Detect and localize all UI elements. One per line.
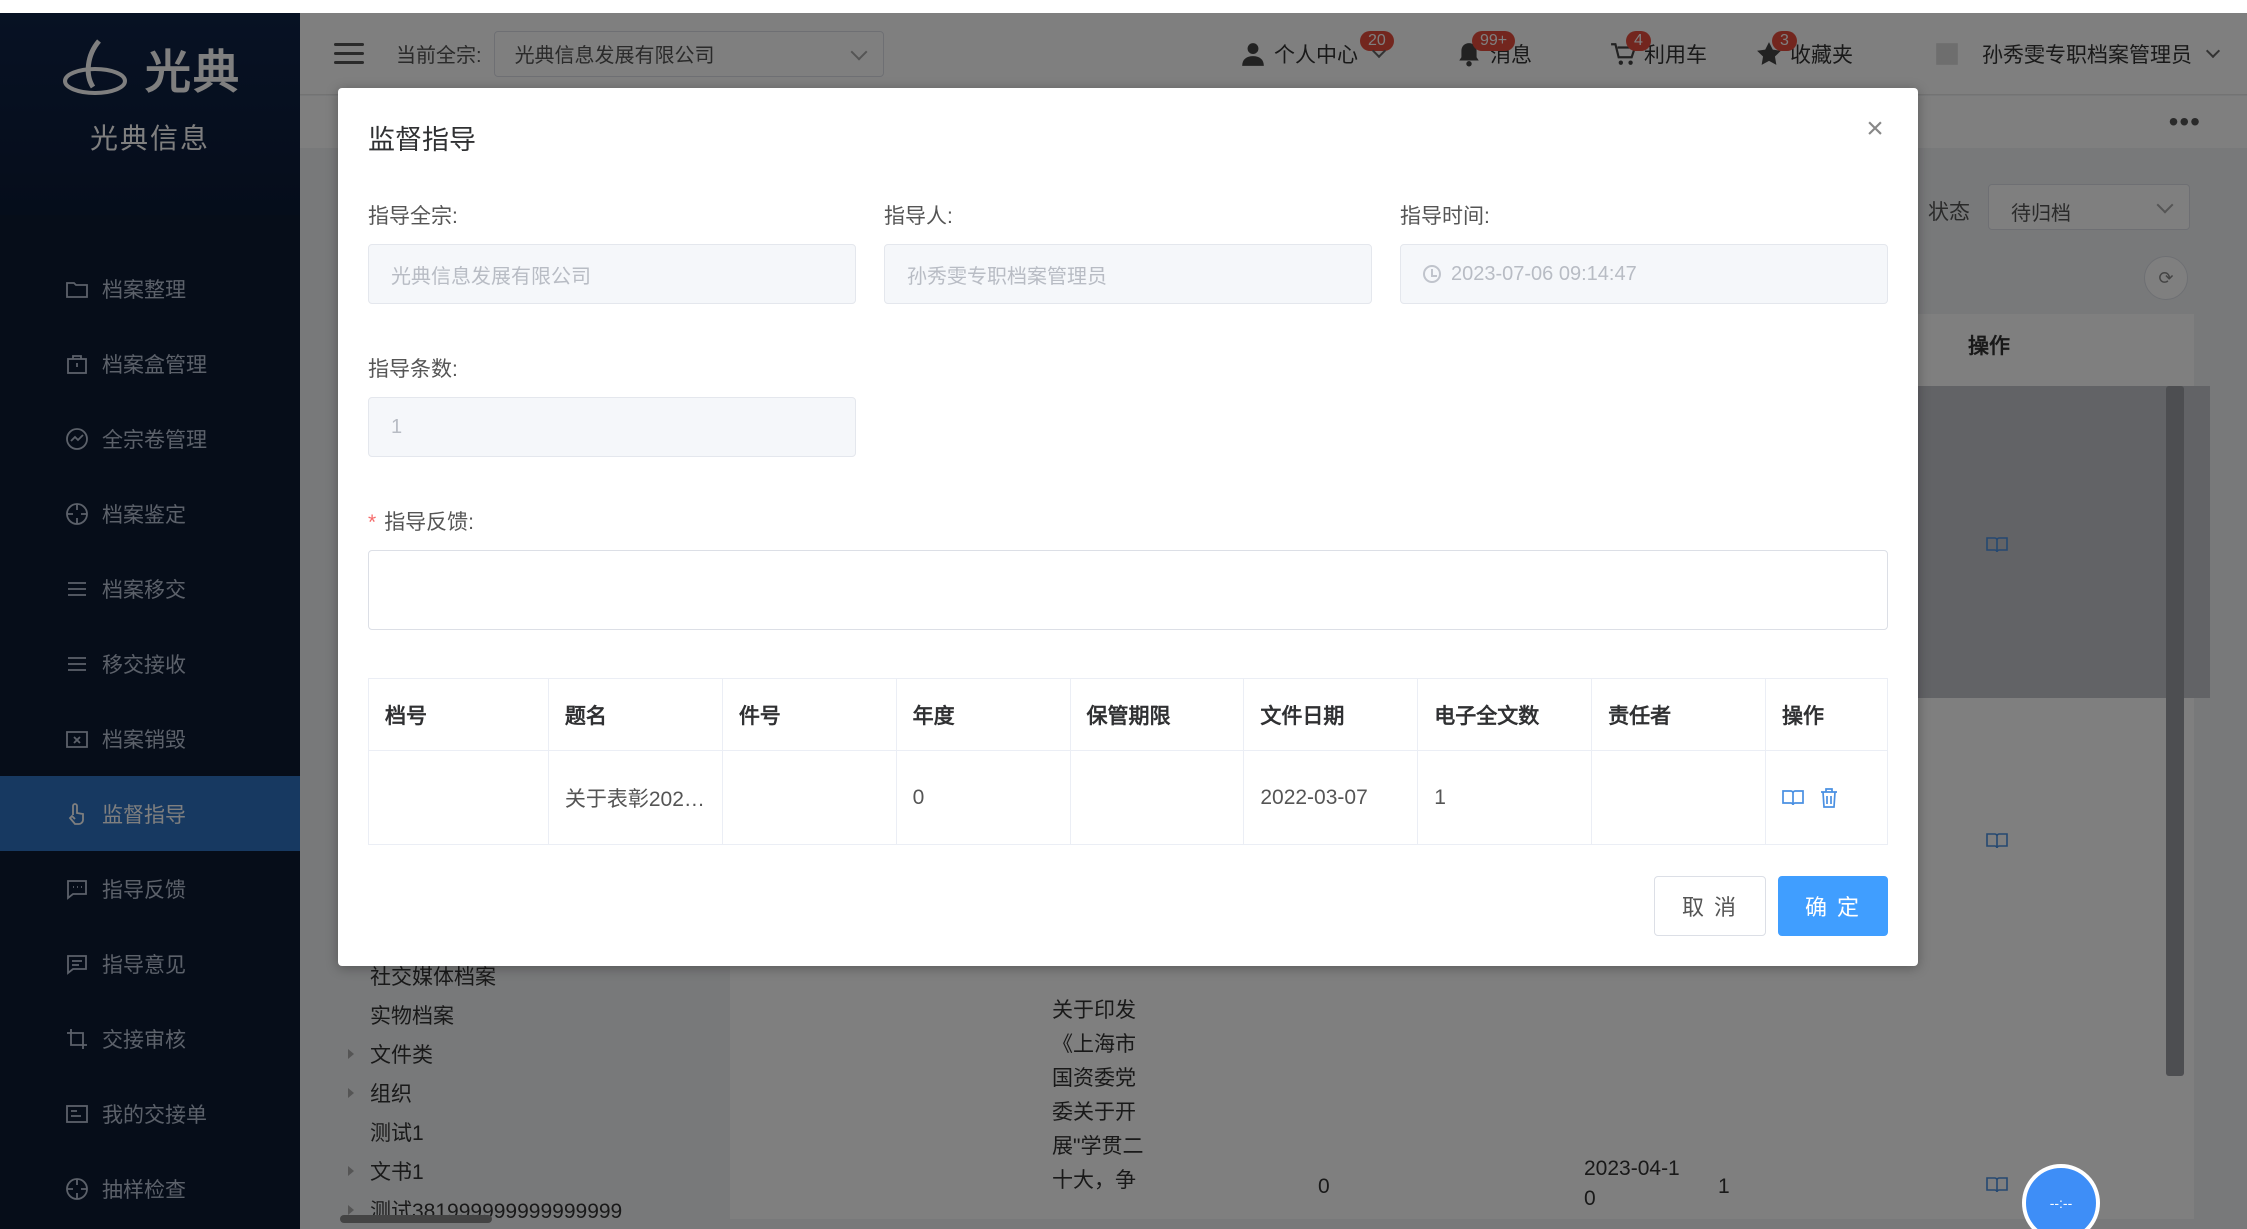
- table-cell: 关于表彰202…: [548, 750, 723, 845]
- column-header: 档号: [368, 678, 549, 751]
- column-header: 件号: [722, 678, 897, 751]
- table-cell: 2022-03-07: [1243, 750, 1419, 845]
- table-row: 关于表彰202… 0 2022-03-07 1: [368, 750, 1889, 845]
- table-cell: [1070, 750, 1245, 845]
- feedback-label: * 指导反馈:: [368, 506, 474, 536]
- close-icon[interactable]: ×: [1862, 112, 1888, 145]
- table-cell: 1: [1417, 750, 1593, 845]
- time-field[interactable]: 2023-07-06 09:14:47: [1400, 244, 1888, 304]
- person-label: 指导人:: [884, 205, 953, 228]
- table-cell: [368, 750, 549, 845]
- fonds-label: 指导全宗:: [368, 205, 458, 228]
- cancel-button[interactable]: 取 消: [1654, 876, 1766, 936]
- view-icon[interactable]: [1782, 787, 1804, 809]
- person-field[interactable]: 孙秀雯专职档案管理员: [884, 244, 1372, 304]
- count-field[interactable]: 1: [368, 397, 856, 457]
- count-label: 指导条数:: [368, 358, 458, 381]
- person-value: 孙秀雯专职档案管理员: [907, 265, 1107, 288]
- column-header: 文件日期: [1243, 678, 1419, 751]
- column-header: 操作: [1765, 678, 1889, 751]
- table-cell-operation: [1765, 750, 1889, 845]
- column-header: 年度: [896, 678, 1071, 751]
- column-header: 题名: [548, 678, 723, 751]
- required-mark: *: [368, 511, 377, 534]
- time-label: 指导时间:: [1400, 205, 1490, 228]
- supervision-dialog: 监督指导 × 指导全宗: 光典信息发展有限公司 指导人: 孙秀雯专职档案管理员 …: [338, 88, 1918, 966]
- clock-icon: [1423, 265, 1441, 283]
- column-header: 责任者: [1591, 678, 1766, 751]
- table-cell: [1591, 750, 1766, 845]
- guidance-table: 档号 题名 件号 年度 保管期限 文件日期 电子全文数 责任者 操作 关于表彰202… 0 2022…: [368, 678, 1889, 845]
- feedback-label-text: 指导反馈:: [384, 511, 475, 534]
- window-top-edge: [0, 0, 2247, 13]
- table-cell: 0: [896, 750, 1071, 845]
- feedback-input[interactable]: [368, 550, 1888, 630]
- count-value: 1: [391, 415, 403, 438]
- column-header: 保管期限: [1070, 678, 1245, 751]
- column-header: 电子全文数: [1417, 678, 1593, 751]
- dialog-title: 监督指导: [368, 125, 476, 155]
- table-cell: [722, 750, 897, 845]
- confirm-button[interactable]: 确 定: [1778, 876, 1888, 936]
- delete-icon[interactable]: [1818, 787, 1840, 809]
- time-value: 2023-07-06 09:14:47: [1451, 262, 1637, 285]
- fonds-field[interactable]: 光典信息发展有限公司: [368, 244, 856, 304]
- fonds-value: 光典信息发展有限公司: [391, 265, 591, 288]
